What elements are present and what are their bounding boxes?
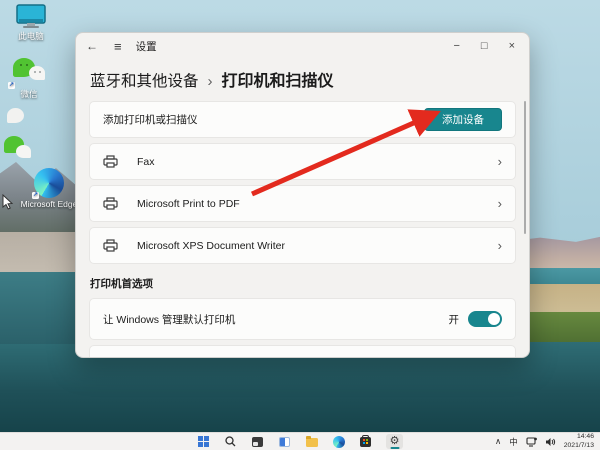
printer-name: Microsoft Print to PDF xyxy=(137,197,240,210)
printer-icon xyxy=(103,155,121,168)
minimize-button[interactable]: − xyxy=(453,40,459,52)
wallpaper-left-shore xyxy=(0,232,80,274)
wechat-icon: ↗ xyxy=(8,58,48,89)
settings-window: ← ≡ 设置 − □ × 蓝牙和其他设备 › 打印机和扫描仪 添加打印机或扫描仪… xyxy=(75,32,530,358)
add-printer-row: 添加打印机或扫描仪 添加设备 xyxy=(89,101,516,138)
toggle-state-label: 开 xyxy=(448,313,460,326)
desktop-icon-partial-2[interactable] xyxy=(0,134,42,166)
shortcut-arrow-icon: ↗ xyxy=(8,82,15,89)
file-explorer-icon[interactable] xyxy=(305,435,318,448)
menu-icon[interactable]: ≡ xyxy=(114,39,122,54)
desktop-icon-partial-1[interactable] xyxy=(0,104,42,130)
manage-default-label: 让 Windows 管理默认打印机 xyxy=(103,313,236,326)
metered-row-label: 通过按流量计费的连接下载驱动程序和设备软件 xyxy=(103,355,324,357)
taskbar: ⚙ ∧ 中 14:46 2021/7/13 xyxy=(0,432,600,450)
desktop: 此电脑 ↗ 微信 ↗ Microsoft Edge ← ≡ 设置 − □ × 蓝… xyxy=(0,0,600,450)
gear-icon: ⚙ xyxy=(389,435,400,447)
desktop-icon-label: Microsoft Edge xyxy=(20,199,78,209)
chevron-right-icon: › xyxy=(497,196,502,211)
printer-icon xyxy=(103,197,121,210)
chevron-right-icon: › xyxy=(497,154,502,169)
desktop-icon-label: 微信 xyxy=(20,89,38,99)
ime-indicator[interactable]: 中 xyxy=(509,436,518,448)
add-printer-label: 添加打印机或扫描仪 xyxy=(103,114,198,126)
tray-date: 2021/7/13 xyxy=(563,441,594,449)
microsoft-store-icon[interactable] xyxy=(359,434,372,448)
widgets-icon[interactable] xyxy=(278,435,291,448)
system-tray: ∧ 中 14:46 2021/7/13 xyxy=(495,433,600,450)
active-app-indicator xyxy=(390,447,399,449)
mouse-cursor xyxy=(2,194,14,210)
chevron-right-icon: › xyxy=(497,238,502,253)
this-pc-icon xyxy=(14,4,48,30)
edge-icon: ↗ xyxy=(32,168,64,199)
metered-connection-row[interactable]: 通过按流量计费的连接下载驱动程序和设备软件 xyxy=(89,345,516,357)
desktop-icon-edge[interactable]: ↗ Microsoft Edge xyxy=(17,168,81,210)
tray-time: 14:46 xyxy=(576,432,594,440)
window-title: 设置 xyxy=(135,40,157,53)
volume-icon[interactable] xyxy=(545,437,556,447)
network-icon[interactable] xyxy=(526,436,537,447)
manage-default-toggle[interactable] xyxy=(468,311,502,327)
printer-row-pdf[interactable]: Microsoft Print to PDF › xyxy=(89,185,516,222)
titlebar: ← ≡ 设置 − □ × xyxy=(76,33,529,59)
breadcrumb: 蓝牙和其他设备 › 打印机和扫描仪 xyxy=(76,59,529,101)
printer-name: Microsoft XPS Document Writer xyxy=(137,239,286,252)
add-device-button[interactable]: 添加设备 xyxy=(424,108,502,131)
desktop-icon-wechat[interactable]: ↗ 微信 xyxy=(1,58,57,100)
edge-taskbar-icon[interactable] xyxy=(332,435,345,448)
back-button[interactable]: ← xyxy=(86,39,98,53)
task-view-icon[interactable] xyxy=(251,435,264,448)
printer-name: Fax xyxy=(137,155,155,168)
printer-row-fax[interactable]: Fax › xyxy=(89,143,516,180)
page-title: 打印机和扫描仪 xyxy=(221,73,334,90)
printer-row-xps[interactable]: Microsoft XPS Document Writer › xyxy=(89,227,516,264)
scrollbar[interactable] xyxy=(524,101,526,234)
desktop-icon-this-pc[interactable]: 此电脑 xyxy=(3,4,59,42)
breadcrumb-separator-icon: › xyxy=(207,73,213,90)
tray-expand-icon[interactable]: ∧ xyxy=(495,436,501,447)
section-title: 打印机首选项 xyxy=(90,278,153,290)
desktop-icon-label: 此电脑 xyxy=(18,31,44,41)
shortcut-arrow-icon: ↗ xyxy=(32,192,39,199)
start-button[interactable] xyxy=(197,435,210,448)
maximize-button[interactable]: □ xyxy=(481,40,488,52)
close-button[interactable]: × xyxy=(509,40,515,52)
breadcrumb-parent[interactable]: 蓝牙和其他设备 xyxy=(90,69,199,91)
search-icon[interactable] xyxy=(224,435,237,448)
settings-taskbar-icon[interactable]: ⚙ xyxy=(386,434,403,449)
manage-default-row: 让 Windows 管理默认打印机 开 xyxy=(89,298,516,340)
wallpaper-left-water xyxy=(0,272,80,344)
printer-icon xyxy=(103,239,121,252)
clock[interactable]: 14:46 2021/7/13 xyxy=(564,433,594,450)
